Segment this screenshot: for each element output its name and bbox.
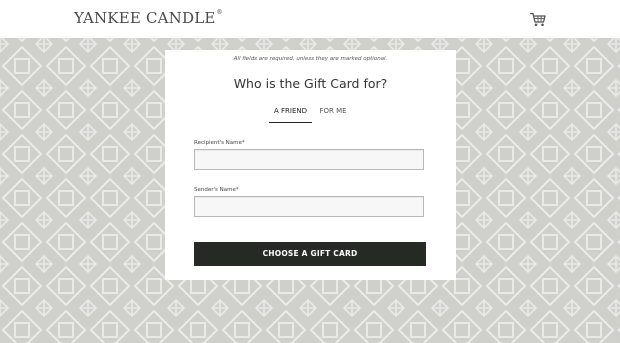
sender-name-label: Sender's Name* xyxy=(194,187,239,193)
yankee-candle-logo[interactable]: YANKEE CANDLE® xyxy=(74,9,223,27)
trademark-symbol: ® xyxy=(216,9,223,16)
sender-name-input[interactable] xyxy=(194,196,424,217)
gift-card-form-panel: All fields are required, unless they are… xyxy=(165,50,456,280)
tab-a-friend[interactable]: A FRIEND xyxy=(269,104,312,123)
required-fields-note: All fields are required, unless they are… xyxy=(233,56,388,62)
shopping-cart-icon[interactable] xyxy=(530,12,546,27)
recipient-name-label: Recipient's Name* xyxy=(194,140,245,146)
tab-for-me[interactable]: FOR ME xyxy=(315,104,351,122)
recipient-name-input[interactable] xyxy=(194,149,424,170)
logo-text: YANKEE CANDLE xyxy=(74,9,216,27)
form-title: Who is the Gift Card for? xyxy=(233,76,388,91)
site-header: YANKEE CANDLE® xyxy=(0,0,620,38)
choose-gift-card-button[interactable]: CHOOSE A GIFT CARD xyxy=(194,242,426,266)
